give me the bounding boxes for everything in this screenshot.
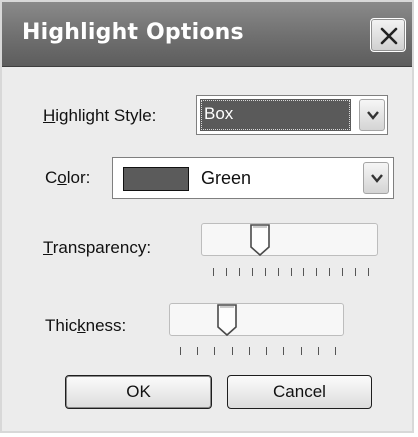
slider-tick bbox=[335, 347, 336, 355]
close-icon bbox=[380, 27, 398, 45]
slider-tick bbox=[249, 347, 250, 355]
slider-tick bbox=[301, 347, 302, 355]
highlight-style-value: Box bbox=[204, 104, 234, 123]
slider-tick bbox=[265, 268, 266, 276]
transparency-label: Transparency: bbox=[43, 238, 152, 257]
slider-tick bbox=[355, 268, 356, 276]
slider-tick bbox=[180, 347, 181, 355]
transparency-ticks bbox=[213, 268, 369, 276]
chevron-down-icon bbox=[367, 111, 379, 120]
ok-button[interactable]: OK bbox=[65, 375, 212, 409]
color-swatch bbox=[123, 167, 189, 191]
highlight-style-label: Highlight Style: bbox=[43, 106, 157, 125]
slider-tick bbox=[197, 347, 198, 355]
slider-tick bbox=[329, 268, 330, 276]
color-select[interactable]: Green bbox=[112, 157, 394, 199]
slider-tick bbox=[213, 268, 214, 276]
slider-tick bbox=[316, 268, 317, 276]
highlight-style-dropdown-button[interactable] bbox=[359, 99, 385, 131]
slider-tick bbox=[283, 347, 284, 355]
color-label: Color: bbox=[45, 168, 91, 187]
title-bar[interactable]: Highlight Options bbox=[2, 2, 412, 67]
highlight-style-select[interactable]: Box bbox=[196, 95, 388, 135]
slider-tick bbox=[239, 268, 240, 276]
slider-tick bbox=[214, 347, 215, 355]
thickness-label: Thickness: bbox=[45, 316, 127, 335]
cancel-button[interactable]: Cancel bbox=[227, 375, 372, 409]
transparency-slider-thumb[interactable] bbox=[249, 223, 271, 257]
slider-tick bbox=[342, 268, 343, 276]
slider-tick bbox=[368, 268, 369, 276]
thickness-slider-thumb[interactable] bbox=[216, 303, 238, 337]
highlight-options-dialog: Highlight Options Highlight Style: Box C… bbox=[0, 0, 414, 433]
slider-tick bbox=[278, 268, 279, 276]
color-value: Green bbox=[201, 168, 252, 188]
slider-tick bbox=[266, 347, 267, 355]
thickness-ticks bbox=[180, 347, 336, 355]
slider-tick bbox=[226, 268, 227, 276]
slider-tick bbox=[232, 347, 233, 355]
slider-tick bbox=[303, 268, 304, 276]
slider-tick bbox=[318, 347, 319, 355]
color-dropdown-button[interactable] bbox=[363, 162, 389, 194]
close-button[interactable] bbox=[370, 18, 406, 52]
thickness-slider[interactable] bbox=[169, 303, 344, 337]
transparency-slider[interactable] bbox=[201, 223, 378, 257]
window-title: Highlight Options bbox=[22, 20, 244, 45]
chevron-down-icon bbox=[371, 174, 383, 183]
slider-tick bbox=[252, 268, 253, 276]
slider-tick bbox=[291, 268, 292, 276]
